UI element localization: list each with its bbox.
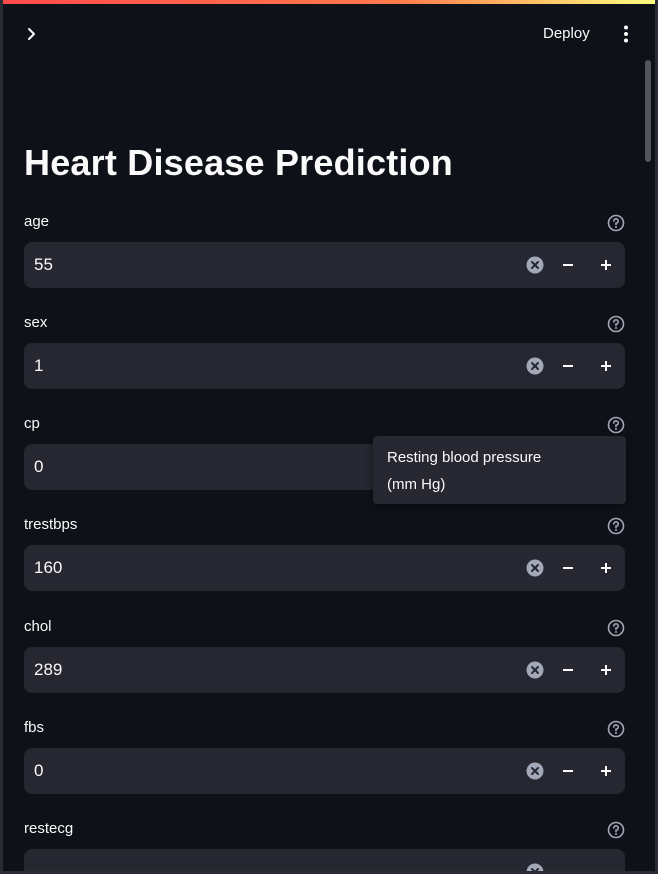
decrement-button[interactable] [549, 343, 587, 389]
number-input-value[interactable] [34, 242, 514, 288]
clear-x-circle-icon[interactable] [526, 661, 544, 679]
header: Deploy [3, 4, 655, 60]
help-icon[interactable] [607, 214, 625, 232]
clear-x-circle-icon[interactable] [526, 863, 544, 871]
number-input [24, 545, 625, 591]
help-icon[interactable] [607, 619, 625, 637]
number-input-value[interactable] [34, 748, 514, 794]
increment-button[interactable] [587, 242, 625, 288]
minus-icon [563, 264, 573, 266]
help-icon[interactable] [607, 416, 625, 434]
increment-button[interactable] [587, 545, 625, 591]
increment-button[interactable] [587, 748, 625, 794]
field-label: fbs [24, 719, 45, 736]
number-input-value[interactable] [34, 647, 514, 693]
help-icon[interactable] [607, 821, 625, 839]
minus-icon [563, 669, 573, 671]
clear-x-circle-icon[interactable] [526, 559, 544, 577]
help-icon[interactable] [607, 315, 625, 333]
vertical-dots-icon [624, 25, 628, 43]
clear-x-circle-icon[interactable] [526, 357, 544, 375]
plus-icon [601, 563, 611, 573]
tooltip-line: (mm Hg) [387, 476, 446, 493]
number-input-value[interactable] [34, 849, 514, 871]
page-title: Heart Disease Prediction [24, 142, 453, 183]
minus-icon [563, 567, 573, 569]
tooltip-line: Resting blood pressure [387, 449, 542, 466]
sidebar-toggle-button[interactable] [19, 22, 43, 46]
field-label: age [24, 213, 50, 230]
decrement-button[interactable] [549, 242, 587, 288]
number-input [24, 849, 625, 871]
main-menu-button[interactable] [614, 22, 638, 46]
decrement-button[interactable] [549, 545, 587, 591]
field-label: trestbps [24, 516, 78, 533]
clear-x-circle-icon[interactable] [526, 256, 544, 274]
app-frame: Deploy Heart Disease Prediction age sex [3, 0, 655, 871]
clear-x-circle-icon[interactable] [526, 762, 544, 780]
plus-icon [601, 665, 611, 675]
field-label: sex [24, 314, 48, 331]
decrement-button[interactable] [549, 647, 587, 693]
field-label: restecg [24, 820, 74, 837]
help-icon[interactable] [607, 720, 625, 738]
plus-icon [601, 766, 611, 776]
number-input [24, 242, 625, 288]
number-input [24, 343, 625, 389]
increment-button[interactable] [587, 343, 625, 389]
increment-button[interactable] [587, 647, 625, 693]
number-input [24, 647, 625, 693]
number-input [24, 748, 625, 794]
decrement-button[interactable] [549, 748, 587, 794]
chevron-right-icon [28, 28, 35, 40]
minus-icon [563, 770, 573, 772]
deploy-button[interactable]: Deploy [533, 20, 600, 48]
number-input-value[interactable] [34, 545, 514, 591]
field-label: cp [24, 415, 40, 432]
minus-icon [563, 365, 573, 367]
help-icon[interactable] [607, 517, 625, 535]
field-label: chol [24, 618, 52, 635]
plus-icon [601, 361, 611, 371]
help-tooltip: Resting blood pressure (mm Hg) [373, 436, 626, 504]
plus-icon [601, 260, 611, 270]
number-input-value[interactable] [34, 343, 514, 389]
scrollbar-thumb[interactable] [645, 60, 651, 162]
